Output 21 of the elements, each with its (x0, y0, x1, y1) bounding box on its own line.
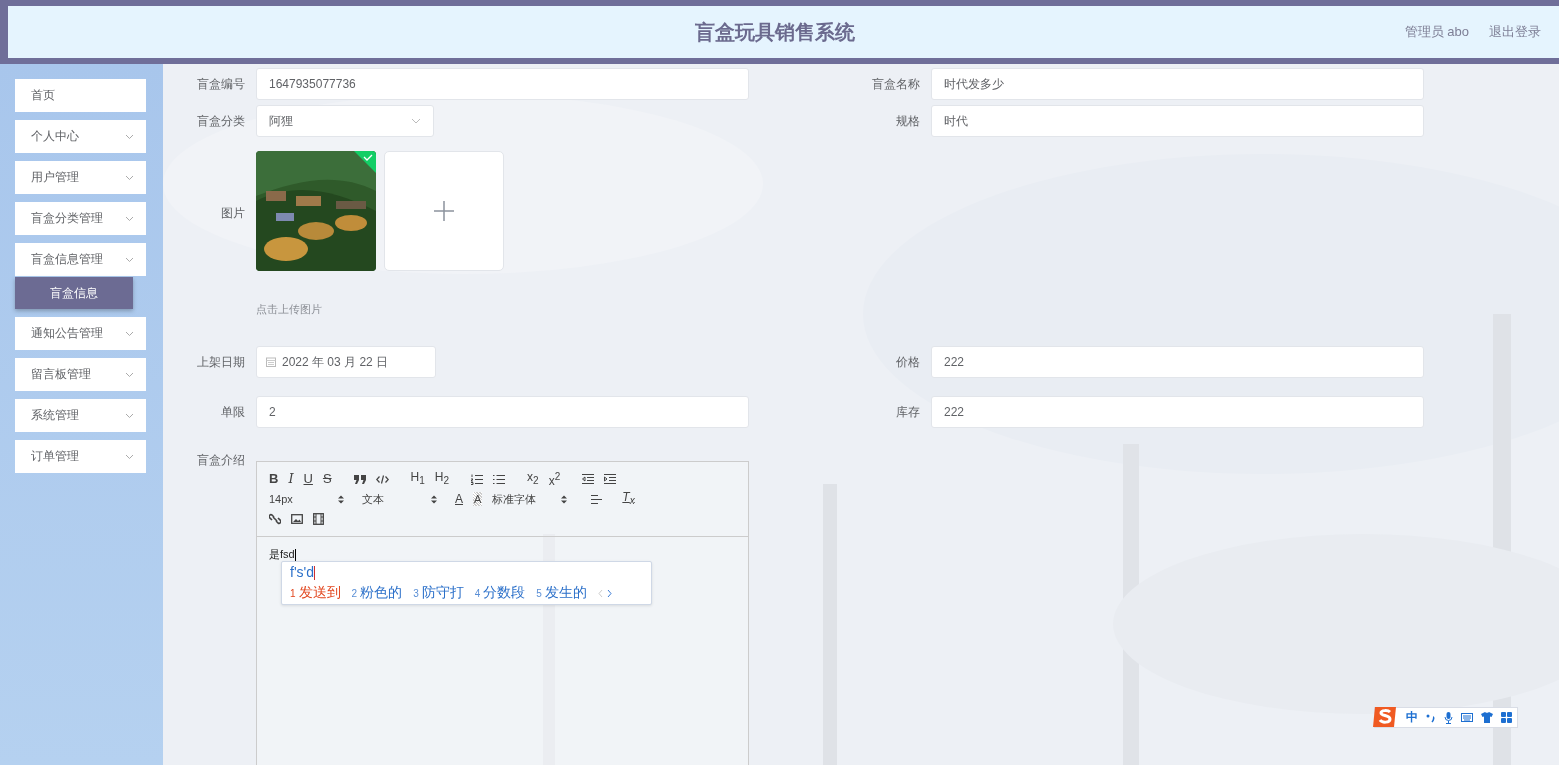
chevron-icon (125, 133, 134, 140)
chevron-icon (125, 330, 134, 337)
site-title: 盲盒玩具销售系统 (694, 19, 855, 45)
chevron-icon (125, 174, 134, 181)
chevron-icon (125, 215, 134, 222)
logout-link[interactable]: 退出登录 (1489, 23, 1541, 41)
menu-item[interactable]: 盲盒分类管理 (15, 202, 146, 235)
menu-item[interactable]: 盲盒信息管理 (15, 243, 146, 276)
menu-item[interactable]: 订单管理 (15, 440, 146, 473)
chevron-icon (125, 412, 134, 419)
admin-name: 管理员 abo (1404, 23, 1469, 41)
chevron-icon (125, 371, 134, 378)
menu-item[interactable]: 留言板管理 (15, 358, 146, 391)
menu-item[interactable]: 通知公告管理 (15, 317, 146, 350)
menu-item[interactable]: 系统管理 (15, 399, 146, 432)
menu-item[interactable]: 个人中心 (15, 120, 146, 153)
menu-item[interactable]: 用户管理 (15, 161, 146, 194)
chevron-icon (125, 453, 134, 460)
chevron-icon (125, 256, 134, 263)
menu-item[interactable]: 首页 (15, 79, 146, 112)
submenu-item[interactable]: 盲盒信息 (15, 277, 133, 309)
